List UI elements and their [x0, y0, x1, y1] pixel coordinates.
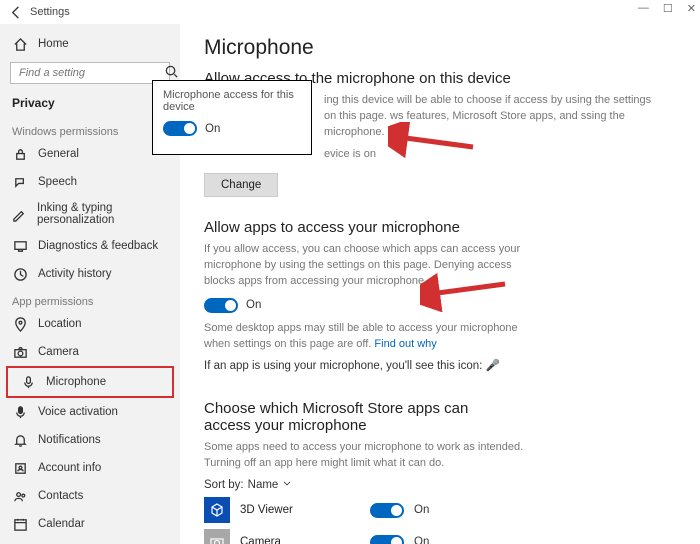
sidebar-item-label: Location — [38, 318, 81, 330]
sidebar-item-speech[interactable]: Speech — [0, 168, 180, 196]
app-name: 3D Viewer — [240, 504, 360, 516]
apps-access-toggle[interactable] — [204, 298, 238, 313]
sidebar-home-label: Home — [38, 38, 69, 50]
sidebar-item-account[interactable]: Account info — [0, 454, 180, 482]
pen-icon — [12, 206, 27, 222]
window-title: Settings — [30, 6, 70, 18]
home-icon — [12, 36, 28, 52]
voice-icon — [12, 404, 28, 420]
sidebar-item-camera[interactable]: Camera — [0, 338, 180, 366]
account-icon — [12, 460, 28, 476]
section-device-status: evice is on — [324, 147, 654, 163]
section-device-access-body: ing this device will be able to choose i… — [324, 93, 654, 141]
sidebar-item-label: Calendar — [38, 518, 85, 530]
app-toggle-label: On — [414, 536, 429, 544]
minimize-button[interactable]: ― — [638, 2, 649, 15]
page-title: Microphone — [204, 36, 680, 60]
sidebar-item-voice[interactable]: Voice activation — [0, 398, 180, 426]
app-row-camera: Camera On — [204, 529, 680, 544]
chevron-down-icon — [282, 478, 292, 491]
bell-icon — [12, 432, 28, 448]
speech-icon — [12, 174, 28, 190]
sidebar-item-calendar[interactable]: Calendar — [0, 510, 180, 538]
sidebar-item-label: Microphone — [46, 376, 106, 388]
contacts-icon — [12, 488, 28, 504]
location-icon — [12, 316, 28, 332]
device-access-toggle[interactable] — [163, 121, 197, 136]
camera-icon — [12, 344, 28, 360]
section-apps-access-body: If you allow access, you can choose whic… — [204, 242, 534, 290]
app-icon-camera — [204, 529, 230, 544]
sidebar-item-label: General — [38, 148, 79, 160]
section-apps-access-heading: Allow apps to access your microphone — [204, 219, 680, 236]
lock-icon — [12, 146, 28, 162]
sidebar-item-label: Account info — [38, 462, 101, 474]
maximize-button[interactable]: ☐ — [663, 2, 673, 15]
sidebar-item-label: Notifications — [38, 434, 101, 446]
sidebar-item-label: Voice activation — [38, 406, 118, 418]
desktop-apps-note: Some desktop apps may still be able to a… — [204, 321, 534, 353]
search-field[interactable] — [17, 66, 164, 80]
device-access-toggle-label: On — [205, 123, 220, 135]
section-store-apps-body: Some apps need to access your microphone… — [204, 440, 534, 472]
sidebar-item-label: Activity history — [38, 268, 112, 280]
sidebar-item-activity[interactable]: Activity history — [0, 260, 180, 288]
app-icon-3d-viewer — [204, 497, 230, 523]
microphone-indicator-icon: 🎤 — [486, 360, 500, 372]
sort-label: Sort by: — [204, 479, 244, 491]
mic-in-use-note: If an app is using your microphone, you'… — [204, 358, 680, 372]
app-toggle-label: On — [414, 504, 429, 516]
app-toggle-camera[interactable] — [370, 535, 404, 544]
callout-microphone-access: Microphone access for this device On — [152, 80, 312, 155]
close-button[interactable]: ✕ — [687, 2, 696, 15]
history-icon — [12, 266, 28, 282]
change-button[interactable]: Change — [204, 173, 278, 197]
sidebar-item-microphone[interactable]: Microphone — [8, 368, 172, 396]
sidebar-item-diagnostics[interactable]: Diagnostics & feedback — [0, 232, 180, 260]
sidebar-item-label: Camera — [38, 346, 79, 358]
sort-by-dropdown[interactable]: Sort by: Name — [204, 478, 680, 491]
callout-title: Microphone access for this device — [163, 89, 301, 113]
app-name: Camera — [240, 536, 360, 544]
section-store-apps-heading: Choose which Microsoft Store apps can ac… — [204, 400, 504, 434]
sort-value: Name — [248, 479, 279, 491]
find-out-why-link[interactable]: Find out why — [374, 338, 436, 350]
sidebar-item-label: Contacts — [38, 490, 83, 502]
sidebar-item-label: Diagnostics & feedback — [38, 240, 158, 252]
search-input[interactable] — [10, 62, 170, 84]
feedback-icon — [12, 238, 28, 254]
calendar-icon — [12, 516, 28, 532]
back-button[interactable] — [6, 5, 26, 20]
microphone-icon — [20, 374, 36, 390]
sidebar-item-label: Inking & typing personalization — [37, 202, 168, 226]
apps-access-toggle-label: On — [246, 299, 261, 311]
ap-header: App permissions — [0, 288, 180, 310]
sidebar-item-contacts[interactable]: Contacts — [0, 482, 180, 510]
sidebar-item-inking[interactable]: Inking & typing personalization — [0, 196, 180, 232]
app-row-3d-viewer: 3D Viewer On — [204, 497, 680, 523]
app-toggle-3d-viewer[interactable] — [370, 503, 404, 518]
sidebar-item-label: Speech — [38, 176, 77, 188]
sidebar-item-notifications[interactable]: Notifications — [0, 426, 180, 454]
sidebar-home[interactable]: Home — [0, 30, 180, 58]
sidebar-item-location[interactable]: Location — [0, 310, 180, 338]
